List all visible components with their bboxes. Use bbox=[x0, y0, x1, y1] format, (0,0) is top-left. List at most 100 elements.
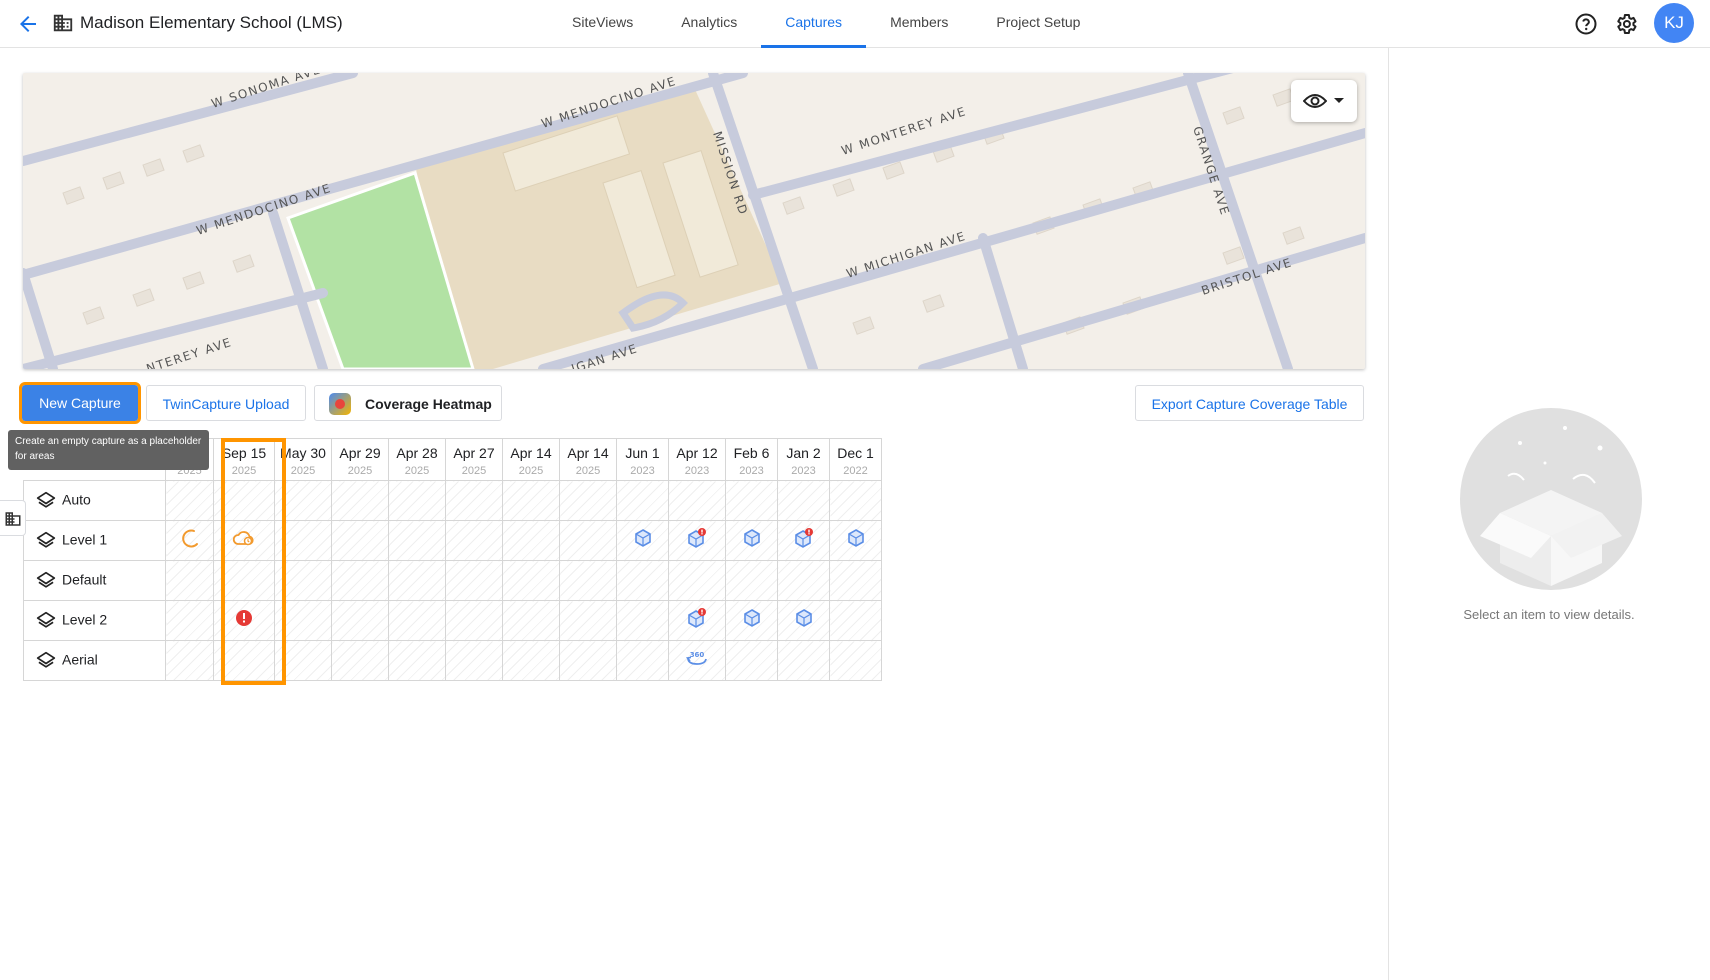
capture-cell[interactable] bbox=[445, 640, 503, 681]
capture-cell[interactable] bbox=[388, 480, 446, 521]
export-coverage-table-button[interactable]: Export Capture Coverage Table bbox=[1135, 385, 1364, 421]
tab-siteviews[interactable]: SiteViews bbox=[548, 0, 657, 48]
capture-cell[interactable] bbox=[829, 520, 882, 561]
capture-cell[interactable] bbox=[502, 560, 560, 601]
capture-cell[interactable] bbox=[213, 520, 275, 561]
capture-cell[interactable]: 360 bbox=[668, 640, 726, 681]
capture-cell[interactable] bbox=[616, 560, 669, 601]
capture-cell[interactable] bbox=[616, 480, 669, 521]
capture-cell[interactable] bbox=[331, 600, 389, 641]
capture-cell[interactable] bbox=[388, 520, 446, 561]
capture-cell[interactable] bbox=[777, 520, 830, 561]
map-visibility-button[interactable] bbox=[1291, 80, 1357, 122]
capture-cell[interactable] bbox=[165, 480, 214, 521]
capture-cell[interactable] bbox=[388, 560, 446, 601]
capture-cell[interactable] bbox=[829, 480, 882, 521]
capture-cell[interactable] bbox=[165, 560, 214, 601]
capture-cell[interactable] bbox=[274, 600, 332, 641]
capture-cell[interactable] bbox=[165, 640, 214, 681]
tab-members[interactable]: Members bbox=[866, 0, 972, 48]
capture-cell[interactable] bbox=[274, 560, 332, 601]
gear-icon[interactable] bbox=[1614, 12, 1638, 36]
capture-cell[interactable] bbox=[777, 600, 830, 641]
capture-column-header[interactable]: Apr 12 2023 bbox=[668, 438, 726, 481]
capture-cell[interactable] bbox=[829, 600, 882, 641]
level-row-label[interactable]: Aerial bbox=[23, 640, 166, 681]
capture-cell[interactable] bbox=[331, 640, 389, 681]
level-row-label[interactable]: Auto bbox=[23, 480, 166, 521]
capture-cell[interactable] bbox=[559, 600, 617, 641]
capture-cell[interactable] bbox=[388, 600, 446, 641]
back-arrow-icon[interactable] bbox=[16, 12, 40, 36]
capture-date: Dec 1 bbox=[837, 445, 874, 461]
capture-cell[interactable] bbox=[274, 480, 332, 521]
twincapture-upload-button[interactable]: TwinCapture Upload bbox=[146, 385, 306, 421]
capture-cell[interactable] bbox=[777, 640, 830, 681]
capture-cell[interactable] bbox=[388, 640, 446, 681]
level-row-label[interactable]: Level 2 bbox=[23, 600, 166, 641]
site-map[interactable]: W SONOMA AVE W MENDOCINO AVE W MENDOCINO… bbox=[23, 73, 1365, 369]
tab-captures[interactable]: Captures bbox=[761, 0, 867, 48]
capture-column-header[interactable]: Feb 6 2023 bbox=[725, 438, 778, 481]
capture-cell[interactable] bbox=[165, 520, 214, 561]
capture-column-header[interactable]: Apr 14 2025 bbox=[502, 438, 560, 481]
capture-cell[interactable] bbox=[725, 640, 778, 681]
help-icon[interactable] bbox=[1574, 12, 1598, 36]
capture-cell[interactable] bbox=[445, 560, 503, 601]
capture-column-header[interactable]: May 30 2025 bbox=[274, 438, 332, 481]
capture-cell[interactable] bbox=[165, 600, 214, 641]
capture-cell[interactable] bbox=[445, 480, 503, 521]
user-avatar[interactable]: KJ bbox=[1654, 3, 1694, 43]
coverage-heatmap-button[interactable]: Coverage Heatmap bbox=[314, 385, 502, 421]
level-row-label[interactable]: Level 1 bbox=[23, 520, 166, 561]
capture-cell[interactable] bbox=[502, 640, 560, 681]
capture-cell[interactable] bbox=[559, 520, 617, 561]
capture-column-header[interactable]: Apr 28 2025 bbox=[388, 438, 446, 481]
capture-cell[interactable] bbox=[445, 600, 503, 641]
tab-analytics[interactable]: Analytics bbox=[657, 0, 761, 48]
capture-cell[interactable] bbox=[559, 560, 617, 601]
capture-cell[interactable] bbox=[502, 520, 560, 561]
floorplan-toggle[interactable] bbox=[0, 500, 26, 536]
capture-cell[interactable] bbox=[213, 560, 275, 601]
capture-cell[interactable] bbox=[331, 560, 389, 601]
capture-column-header[interactable]: Jun 1 2023 bbox=[616, 438, 669, 481]
capture-cell[interactable] bbox=[616, 640, 669, 681]
capture-cell[interactable] bbox=[725, 600, 778, 641]
capture-cell[interactable] bbox=[668, 600, 726, 641]
capture-cell[interactable] bbox=[274, 520, 332, 561]
capture-cell[interactable] bbox=[331, 520, 389, 561]
capture-column-header[interactable]: Dec 1 2022 bbox=[829, 438, 882, 481]
capture-cell[interactable] bbox=[725, 480, 778, 521]
tab-project-setup[interactable]: Project Setup bbox=[972, 0, 1104, 48]
capture-column-header[interactable]: Apr 29 2025 bbox=[331, 438, 389, 481]
capture-cell[interactable] bbox=[668, 560, 726, 601]
capture-cell[interactable] bbox=[213, 640, 275, 681]
capture-cell[interactable] bbox=[725, 560, 778, 601]
capture-column-header[interactable]: Apr 27 2025 bbox=[445, 438, 503, 481]
capture-cell[interactable] bbox=[725, 520, 778, 561]
level-row-label[interactable]: Default bbox=[23, 560, 166, 601]
capture-cell[interactable] bbox=[502, 600, 560, 641]
capture-cell[interactable] bbox=[559, 480, 617, 521]
capture-cell[interactable] bbox=[502, 480, 560, 521]
capture-column-header[interactable]: Jan 2 2023 bbox=[777, 438, 830, 481]
capture-column-header[interactable]: Sep 15 2025 bbox=[213, 438, 275, 481]
capture-cell[interactable] bbox=[777, 480, 830, 521]
capture-cell[interactable] bbox=[616, 520, 669, 561]
capture-cell[interactable] bbox=[829, 640, 882, 681]
capture-cell[interactable] bbox=[445, 520, 503, 561]
capture-cell[interactable] bbox=[213, 480, 275, 521]
capture-cell[interactable] bbox=[331, 480, 389, 521]
capture-cell[interactable] bbox=[559, 640, 617, 681]
capture-column-header[interactable]: Apr 14 2025 bbox=[559, 438, 617, 481]
new-capture-button[interactable]: New Capture bbox=[19, 382, 141, 424]
capture-year: 2025 bbox=[290, 465, 316, 477]
capture-cell[interactable] bbox=[829, 560, 882, 601]
capture-cell[interactable] bbox=[668, 480, 726, 521]
capture-cell[interactable] bbox=[777, 560, 830, 601]
capture-cell[interactable] bbox=[668, 520, 726, 561]
capture-cell[interactable] bbox=[616, 600, 669, 641]
capture-cell[interactable] bbox=[213, 600, 275, 641]
capture-cell[interactable] bbox=[274, 640, 332, 681]
